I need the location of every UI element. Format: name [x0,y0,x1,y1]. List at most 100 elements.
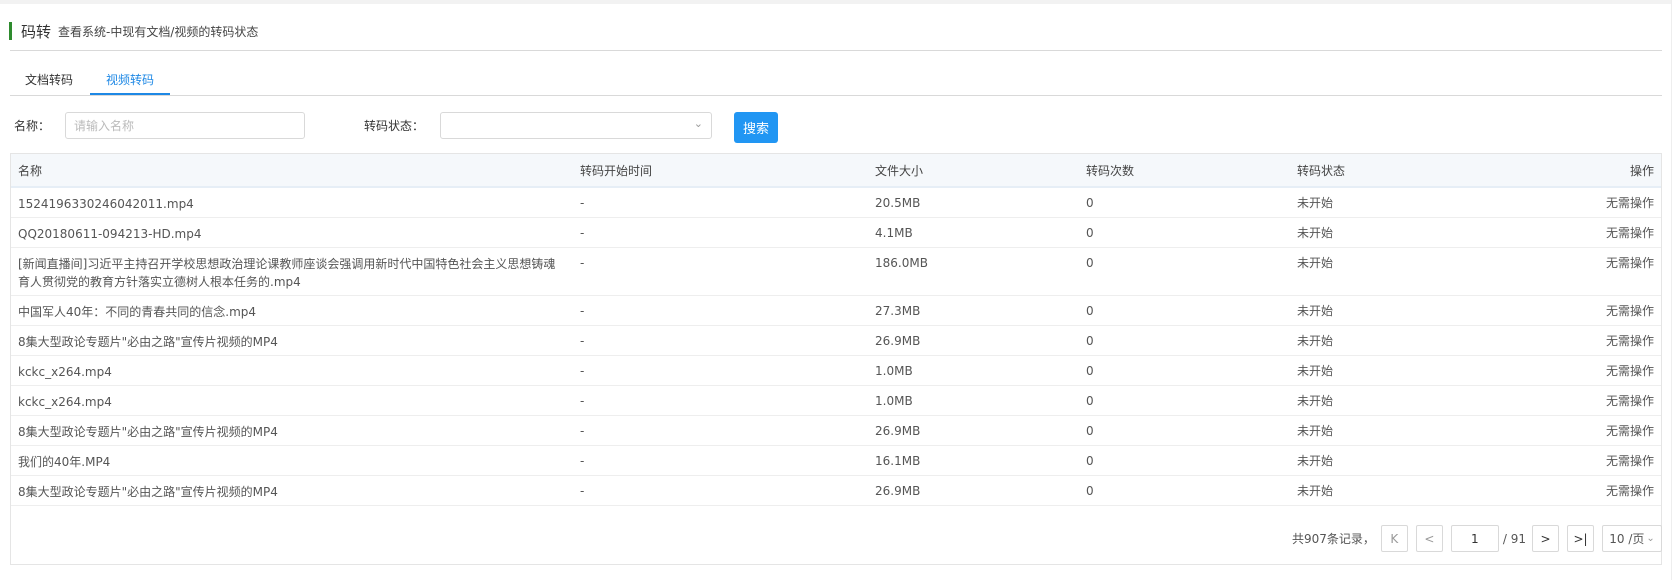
cell-name: kckc_x264.mp4 [11,385,573,416]
cell-start-time: - [573,385,868,416]
column-header-name[interactable]: 名称 [11,154,573,188]
cell-start-time: - [573,295,868,326]
total-pages-text: / 91 [1502,531,1526,546]
cell-file-size: 1.0MB [868,385,1079,416]
cell-start-time: - [573,355,868,386]
table-row[interactable]: QQ20180611-094213-HD.mp4 - 4.1MB 0 未开始 无… [11,217,1661,248]
column-header-file-size[interactable]: 文件大小 [868,154,1079,188]
first-page-button[interactable]: K [1380,525,1408,552]
status-filter-label: 转码状态： [364,119,425,133]
cell-count: 0 [1079,247,1290,296]
cell-count: 0 [1079,355,1290,386]
cell-count: 0 [1079,385,1290,416]
transcode-table: 名称 转码开始时间 文件大小 转码次数 转码状态 操作 152419633024… [10,153,1662,565]
next-page-button[interactable]: > [1532,525,1559,552]
search-button[interactable]: 搜索 [734,112,778,143]
total-records-text: 共907条记录， [1291,532,1375,546]
table-row[interactable]: 我们的40年.MP4 - 16.1MB 0 未开始 无需操作 [11,445,1661,476]
cell-file-size: 4.1MB [868,217,1079,248]
chevron-down-icon: ⌄ [693,117,703,130]
column-header-operation: 操作 [1490,154,1661,188]
cell-status: 未开始 [1290,415,1490,446]
cell-status: 未开始 [1290,247,1490,296]
table-row[interactable]: 8集大型政论专题片"必由之路"宣传片视频的MP4 - 26.9MB 0 未开始 … [11,415,1661,446]
page-title: 码转 [21,22,52,41]
cell-file-size: 26.9MB [868,415,1079,446]
table-row[interactable]: [新闻直播间]习近平主持召开学校思想政治理论课教师座谈会强调用新时代中国特色社会… [11,247,1661,296]
cell-name: QQ20180611-094213-HD.mp4 [11,217,573,248]
cell-operation: 无需操作 [1490,325,1661,356]
header-divider [10,50,1662,51]
cell-count: 0 [1079,445,1290,476]
table-row[interactable]: 8集大型政论专题片"必由之路"宣传片视频的MP4 - 26.9MB 0 未开始 … [11,475,1661,506]
cell-file-size: 26.9MB [868,325,1079,356]
cell-count: 0 [1079,475,1290,506]
cell-name: 8集大型政论专题片"必由之路"宣传片视频的MP4 [11,325,573,356]
table-row[interactable]: kckc_x264.mp4 - 1.0MB 0 未开始 无需操作 [11,355,1661,386]
table-row[interactable]: 1524196330246042011.mp4 - 20.5MB 0 未开始 无… [11,187,1661,218]
table-row[interactable]: 8集大型政论专题片"必由之路"宣传片视频的MP4 - 26.9MB 0 未开始 … [11,325,1661,356]
column-header-transcode-count[interactable]: 转码次数 [1079,154,1290,188]
cell-file-size: 20.5MB [868,187,1079,218]
cell-file-size: 186.0MB [868,247,1079,296]
last-page-button[interactable]: >| [1567,525,1594,552]
cell-status: 未开始 [1290,355,1490,386]
cell-operation: 无需操作 [1490,217,1661,248]
tab-bar: 文档转码 视频转码 [10,68,1662,96]
page-size-select[interactable]: 10 /页 ⌄ [1602,525,1662,552]
cell-operation: 无需操作 [1490,187,1661,218]
cell-start-time: - [573,187,868,218]
chevron-down-icon: ⌄ [1646,533,1655,544]
cell-status: 未开始 [1290,295,1490,326]
cell-operation: 无需操作 [1490,475,1661,506]
name-search-input[interactable] [65,112,305,139]
table-row[interactable]: kckc_x264.mp4 - 1.0MB 0 未开始 无需操作 [11,385,1661,416]
cell-count: 0 [1079,325,1290,356]
pagination: 共907条记录， K < / 91 > >| 10 /页 ⌄ [1292,525,1662,552]
cell-file-size: 26.9MB [868,475,1079,506]
cell-file-size: 27.3MB [868,295,1079,326]
cell-file-size: 1.0MB [868,355,1079,386]
cell-name: 我们的40年.MP4 [11,445,573,476]
page-subtitle: 查看系统-中现有文档/视频的转码状态 [58,24,259,39]
cell-status: 未开始 [1290,475,1490,506]
tabs-divider [10,95,1662,96]
tab-video-transcode[interactable]: 视频转码 [90,68,170,95]
cell-operation: 无需操作 [1490,445,1661,476]
cell-start-time: - [573,247,868,296]
cell-name: [新闻直播间]习近平主持召开学校思想政治理论课教师座谈会强调用新时代中国特色社会… [11,247,573,296]
cell-status: 未开始 [1290,217,1490,248]
chevron-right-icon: > [1540,531,1551,546]
name-filter-label: 名称： [14,119,51,133]
page-number-input[interactable] [1450,525,1499,552]
chevron-left-icon: < [1424,531,1435,546]
column-header-start-time[interactable]: 转码开始时间 [573,154,868,188]
page-header: 码转 查看系统-中现有文档/视频的转码状态 [9,21,258,41]
cell-status: 未开始 [1290,445,1490,476]
cell-status: 未开始 [1290,187,1490,218]
cell-operation: 无需操作 [1490,415,1661,446]
first-page-icon: K [1390,531,1399,546]
cell-count: 0 [1079,415,1290,446]
table-row[interactable]: 中国军人40年：不同的青春共同的信念.mp4 - 27.3MB 0 未开始 无需… [11,295,1661,326]
cell-name: 中国军人40年：不同的青春共同的信念.mp4 [11,295,573,326]
cell-operation: 无需操作 [1490,247,1661,296]
cell-start-time: - [573,475,868,506]
cell-operation: 无需操作 [1490,355,1661,386]
cell-operation: 无需操作 [1490,295,1661,326]
cell-name: 1524196330246042011.mp4 [11,187,573,218]
cell-name: kckc_x264.mp4 [11,355,573,386]
cell-start-time: - [573,325,868,356]
cell-start-time: - [573,445,868,476]
column-header-transcode-status[interactable]: 转码状态 [1290,154,1490,188]
page-size-value: 10 /页 [1609,532,1645,546]
cell-count: 0 [1079,295,1290,326]
prev-page-button[interactable]: < [1415,525,1443,552]
cell-status: 未开始 [1290,325,1490,356]
cell-count: 0 [1079,217,1290,248]
cell-start-time: - [573,415,868,446]
cell-start-time: - [573,217,868,248]
tab-document-transcode[interactable]: 文档转码 [10,68,88,95]
status-select[interactable]: ⌄ [440,112,712,139]
cell-count: 0 [1079,187,1290,218]
